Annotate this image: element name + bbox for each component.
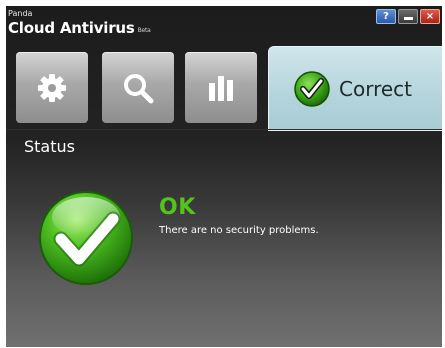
tab-status-correct[interactable]: Correct <box>268 46 442 131</box>
status-message: There are no security problems. <box>159 225 319 236</box>
tab-status-label: Correct <box>339 76 412 101</box>
tab-scan[interactable] <box>102 52 174 123</box>
section-title: Status <box>24 137 75 156</box>
minimize-button[interactable] <box>398 9 418 24</box>
window-controls: ? × <box>376 9 440 24</box>
app-title-text: Cloud Antivirus <box>8 19 135 37</box>
gear-icon <box>38 73 66 102</box>
magnifier-icon <box>124 73 154 103</box>
app-title: Cloud Antivirus Beta <box>8 19 151 41</box>
help-button[interactable]: ? <box>376 9 396 24</box>
tab-settings[interactable] <box>16 52 88 123</box>
tab-reports[interactable] <box>185 52 257 123</box>
big-green-check-icon <box>39 191 133 285</box>
minimize-icon <box>403 17 413 20</box>
status-ok-label: OK <box>159 195 196 220</box>
beta-badge: Beta <box>137 27 151 34</box>
bar-chart-icon <box>209 75 233 101</box>
app-window: Panda Cloud Antivirus Beta ? × Correct S… <box>6 6 442 347</box>
tab-bar: Correct <box>6 46 442 131</box>
close-button[interactable]: × <box>420 9 440 24</box>
content-divider <box>6 129 442 130</box>
vendor-name: Panda <box>8 9 33 18</box>
green-check-icon <box>294 70 330 107</box>
